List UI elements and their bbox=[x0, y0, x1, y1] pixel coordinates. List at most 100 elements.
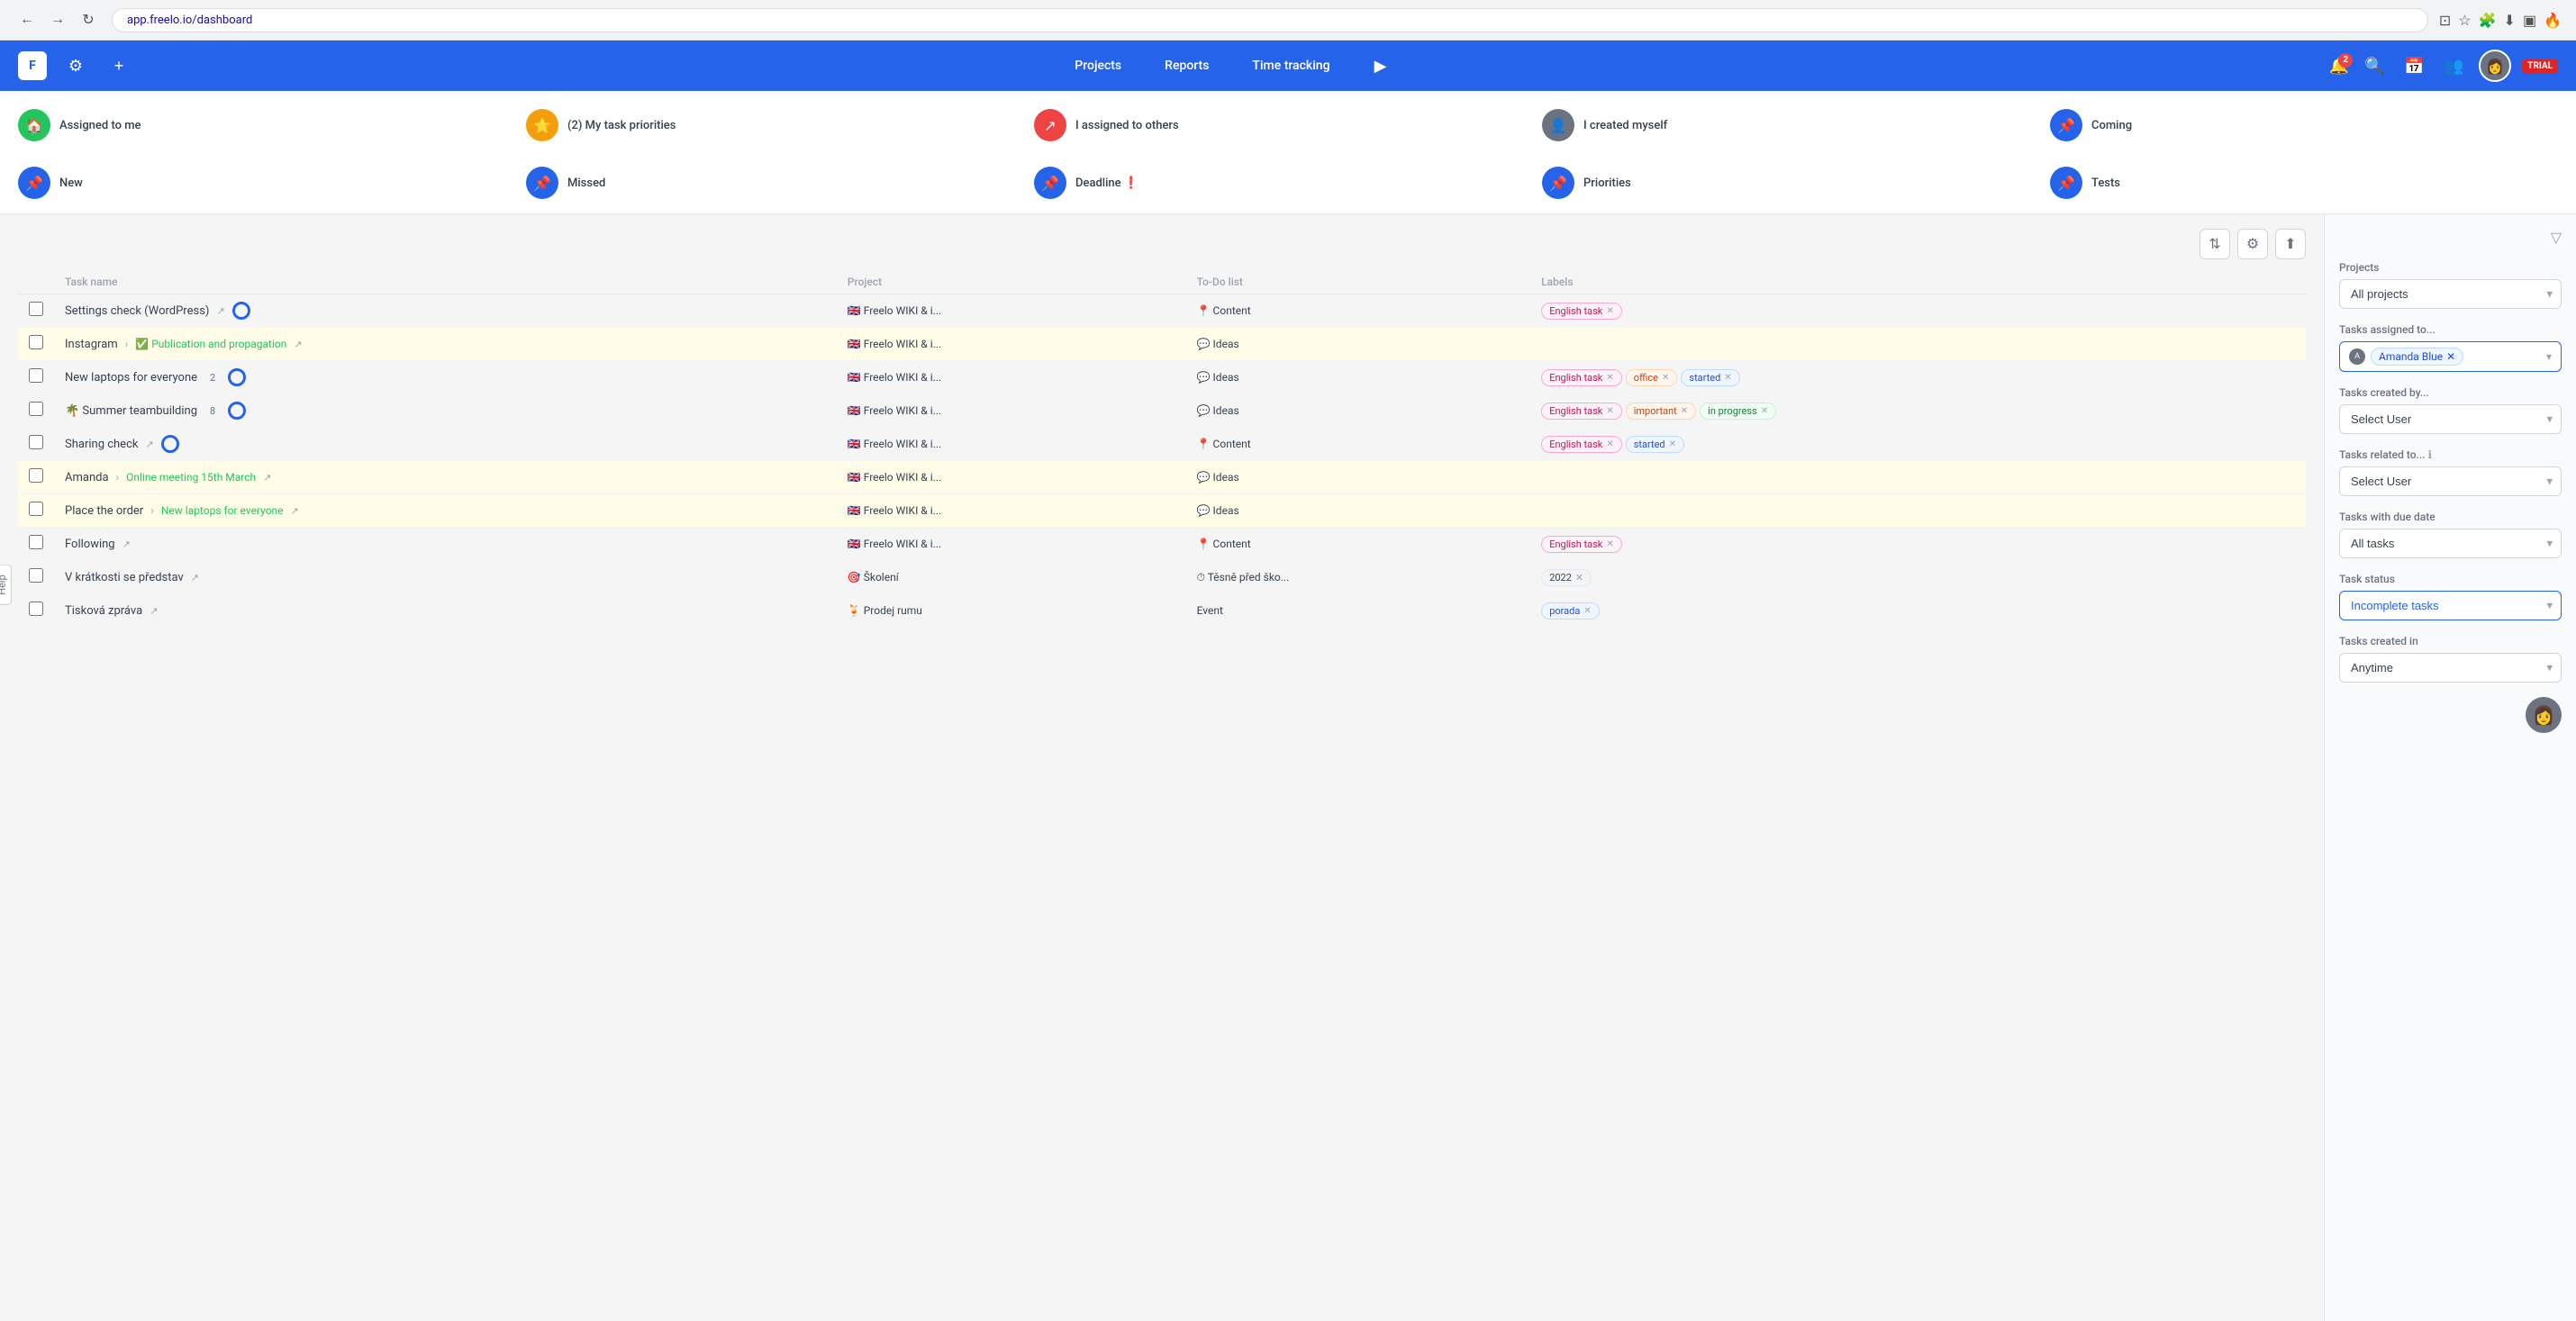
browser-nav[interactable]: ← → ↻ bbox=[14, 7, 101, 32]
projects-select[interactable]: All projects bbox=[2339, 279, 2562, 309]
remove-label[interactable]: ✕ bbox=[1606, 306, 1613, 316]
related-to-select[interactable]: Select User bbox=[2339, 466, 2562, 496]
related-to-info-icon[interactable]: ℹ bbox=[2428, 448, 2433, 461]
filter-tests[interactable]: 📌 Tests bbox=[2050, 159, 2558, 206]
remove-label[interactable]: ✕ bbox=[1662, 373, 1669, 383]
header-right: 🔔 2 🔍 📅 👥 👩 TRIAL bbox=[2329, 50, 2558, 82]
filter-icon-button[interactable]: ▽ bbox=[2551, 229, 2562, 247]
task-checkbox[interactable] bbox=[29, 402, 43, 416]
todo-cell: 📍 Content bbox=[1197, 304, 1520, 317]
task-external-link[interactable]: ↗ bbox=[216, 305, 224, 317]
nav-reports[interactable]: Reports bbox=[1157, 55, 1216, 77]
address-bar[interactable]: app.freelo.io/dashboard bbox=[112, 8, 2428, 32]
assigned-to-select[interactable]: A Amanda Blue ✕ ▾ bbox=[2339, 341, 2562, 372]
search-button[interactable]: 🔍 bbox=[2360, 51, 2389, 80]
app-logo[interactable]: F bbox=[18, 51, 47, 80]
deadline-label: Deadline ❗ bbox=[1075, 176, 1138, 190]
task-checkbox[interactable] bbox=[29, 368, 43, 383]
due-date-select[interactable]: All tasks bbox=[2339, 529, 2562, 558]
filter-deadline[interactable]: 📌 Deadline ❗ bbox=[1034, 159, 1542, 206]
settings-button[interactable]: ⚙ bbox=[61, 51, 90, 80]
play-button[interactable]: ▶ bbox=[1366, 51, 1395, 80]
bookmark-icon[interactable]: ☆ bbox=[2458, 12, 2471, 29]
projects-select-wrapper: All projects bbox=[2339, 279, 2562, 309]
notification-button[interactable]: 🔔 2 bbox=[2329, 57, 2349, 76]
task-checkbox[interactable] bbox=[29, 502, 43, 516]
remove-label[interactable]: ✕ bbox=[1606, 373, 1613, 383]
settings-view-button[interactable]: ⚙ bbox=[2237, 229, 2268, 259]
deadline-icon: 📌 bbox=[1034, 167, 1066, 199]
task-name: Instagram bbox=[65, 338, 118, 351]
created-by-label: Tasks created by... bbox=[2339, 386, 2562, 399]
remove-label[interactable]: ✕ bbox=[1583, 606, 1591, 616]
add-button[interactable]: + bbox=[104, 51, 133, 80]
task-status-select[interactable]: Incomplete tasks bbox=[2339, 591, 2562, 620]
task-checkbox[interactable] bbox=[29, 602, 43, 616]
task-checkbox[interactable] bbox=[29, 435, 43, 449]
calendar-button[interactable]: 📅 bbox=[2399, 51, 2428, 80]
filter-my-task-priorities[interactable]: ⭐ (2) My task priorities bbox=[526, 102, 1034, 149]
related-to-select-wrapper: Select User bbox=[2339, 466, 2562, 496]
task-external-link[interactable]: ↗ bbox=[150, 605, 158, 617]
todo-cell: 📍 Content bbox=[1197, 438, 1520, 450]
download-icon[interactable]: ⬇ bbox=[2504, 12, 2516, 29]
back-button[interactable]: ← bbox=[14, 7, 40, 32]
forward-button[interactable]: → bbox=[45, 7, 70, 32]
task-checkbox[interactable] bbox=[29, 302, 43, 316]
label-tag: in progress ✕ bbox=[1700, 403, 1776, 420]
filter-priorities[interactable]: 📌 Priorities bbox=[1542, 159, 2050, 206]
created-by-select[interactable]: Select User bbox=[2339, 404, 2562, 434]
filter-assigned-to-others[interactable]: ↗ I assigned to others bbox=[1034, 102, 1542, 149]
task-external-link[interactable]: ↗ bbox=[122, 538, 131, 550]
help-tab[interactable]: Help bbox=[0, 565, 12, 605]
task-external-link[interactable]: ↗ bbox=[291, 505, 299, 517]
task-name: 🌴 Summer teambuilding bbox=[65, 404, 197, 418]
user-avatar[interactable]: 👩 bbox=[2479, 50, 2511, 82]
remove-label[interactable]: ✕ bbox=[1606, 539, 1613, 549]
filter-new[interactable]: 📌 New bbox=[18, 159, 526, 206]
remove-label[interactable]: ✕ bbox=[1761, 406, 1768, 416]
assigned-to-section: Tasks assigned to... A Amanda Blue ✕ ▾ bbox=[2339, 323, 2562, 372]
reload-button[interactable]: ↻ bbox=[76, 7, 101, 32]
task-area: ⇅ ⚙ ⬆ Task name Project To-Do list Label… bbox=[0, 214, 2324, 1321]
nav-time-tracking[interactable]: Time tracking bbox=[1245, 55, 1337, 77]
task-external-link[interactable]: ↗ bbox=[145, 439, 153, 450]
filter-missed[interactable]: 📌 Missed bbox=[526, 159, 1034, 206]
task-checkbox[interactable] bbox=[29, 568, 43, 583]
task-external-link[interactable]: ↗ bbox=[294, 339, 302, 350]
nav-projects[interactable]: Projects bbox=[1067, 55, 1129, 77]
created-in-select-wrapper: Anytime bbox=[2339, 653, 2562, 683]
remove-label[interactable]: ✕ bbox=[1681, 406, 1688, 416]
created-in-select[interactable]: Anytime bbox=[2339, 653, 2562, 683]
task-checkbox[interactable] bbox=[29, 535, 43, 549]
puzzle-icon[interactable]: 🧩 bbox=[2479, 12, 2497, 29]
remove-year[interactable]: ✕ bbox=[1575, 572, 1583, 584]
remove-assigned-user[interactable]: ✕ bbox=[2446, 350, 2455, 363]
task-name-cell: Settings check (WordPress)↗ bbox=[65, 302, 826, 320]
remove-label[interactable]: ✕ bbox=[1606, 406, 1613, 416]
remove-label[interactable]: ✕ bbox=[1724, 373, 1731, 383]
task-checkbox[interactable] bbox=[29, 335, 43, 349]
filter-created-myself[interactable]: 👤 I created myself bbox=[1542, 102, 2050, 149]
filter-coming[interactable]: 📌 Coming bbox=[2050, 102, 2558, 149]
fire-icon[interactable]: 🔥 bbox=[2544, 12, 2562, 29]
todo-name: 📍 Content bbox=[1197, 538, 1251, 550]
remove-label[interactable]: ✕ bbox=[1669, 439, 1676, 449]
assigned-to-label: Tasks assigned to... bbox=[2339, 323, 2562, 336]
remove-label[interactable]: ✕ bbox=[1606, 439, 1613, 449]
right-sidebar: ▽ Projects All projects Tasks assigned t… bbox=[2324, 214, 2576, 1321]
help-tab-label[interactable]: Help bbox=[0, 565, 12, 605]
export-button[interactable]: ⬆ bbox=[2275, 229, 2306, 259]
screen-icon[interactable]: ⊡ bbox=[2439, 12, 2451, 29]
task-external-link[interactable]: ↗ bbox=[263, 472, 271, 484]
project-cell: 🇬🇧 Freelo WIKI & i... bbox=[848, 504, 1175, 517]
task-checkbox[interactable] bbox=[29, 468, 43, 483]
filter-assigned-to-me[interactable]: 🏠 Assigned to me bbox=[18, 102, 526, 149]
labels-cell: English task ✕ bbox=[1541, 536, 2295, 553]
window-icon[interactable]: ▣ bbox=[2523, 12, 2536, 29]
sort-button[interactable]: ⇅ bbox=[2200, 229, 2230, 259]
task-external-link[interactable]: ↗ bbox=[191, 572, 199, 584]
project-cell: 🇬🇧 Freelo WIKI & i... bbox=[848, 304, 1175, 317]
todo-name: 💬 Ideas bbox=[1197, 371, 1239, 384]
users-button[interactable]: 👥 bbox=[2439, 51, 2468, 80]
